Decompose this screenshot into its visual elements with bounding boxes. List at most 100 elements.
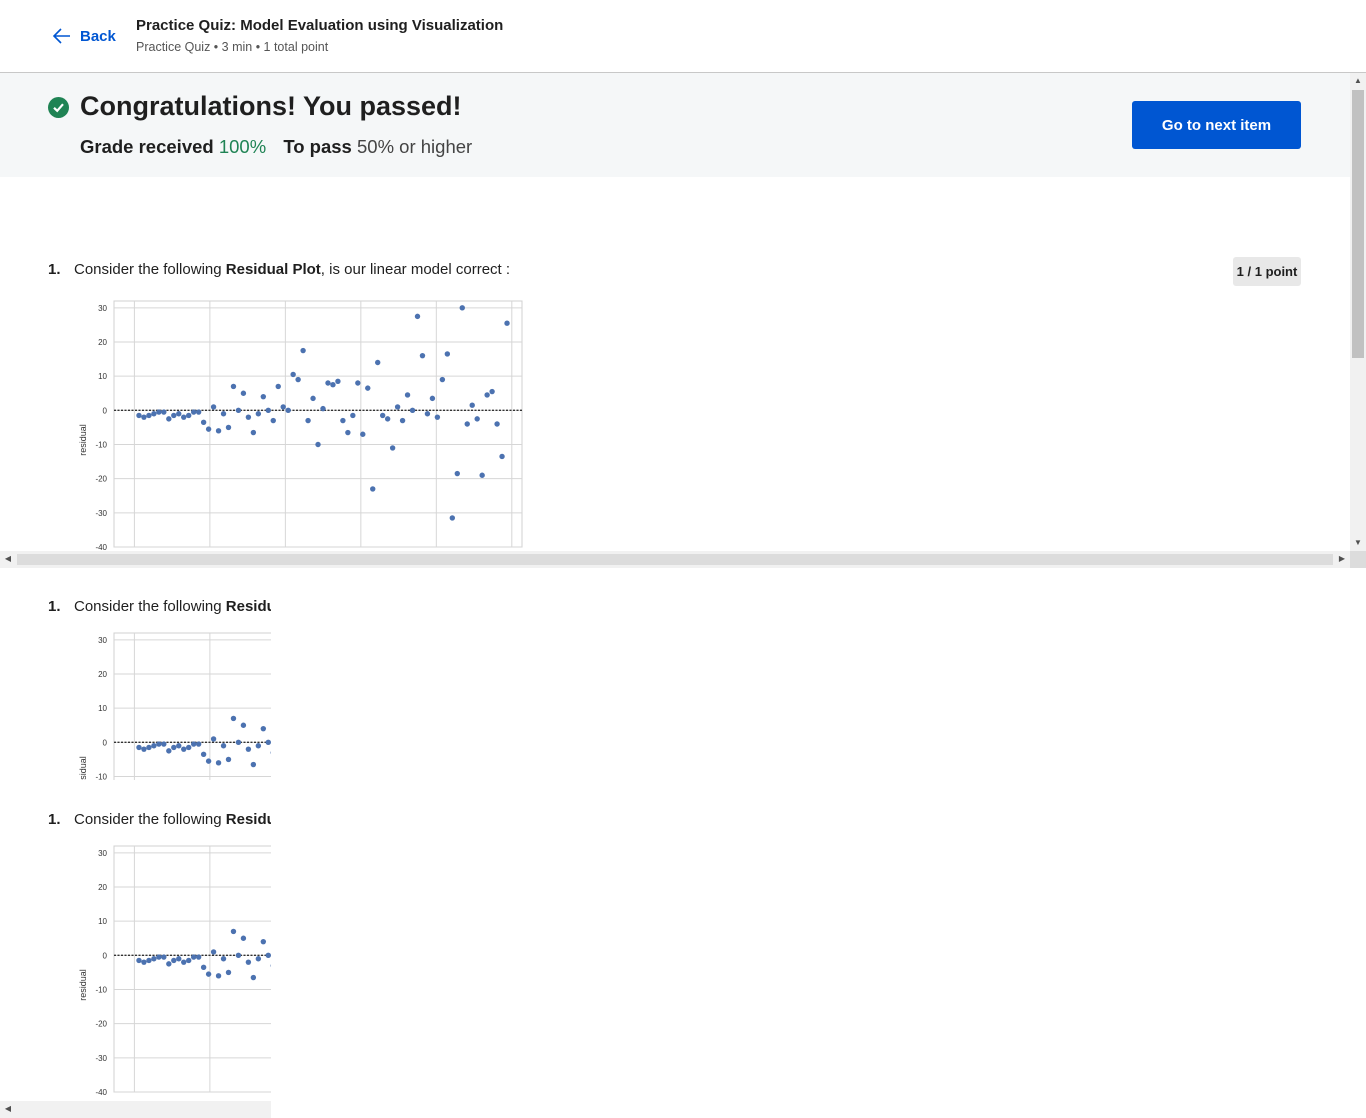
y-tick-label: 30 [98, 636, 107, 645]
pass-value: 50% or higher [357, 136, 473, 157]
residual-point [250, 761, 257, 768]
residual-point [240, 935, 247, 941]
residual-point [305, 417, 311, 424]
horizontal-scroll-thumb[interactable] [17, 554, 1333, 565]
residual-point [250, 974, 257, 981]
residual-point [449, 515, 456, 521]
residual-point [166, 416, 172, 422]
residual-point [210, 736, 217, 742]
quiz-meta: Practice Quiz • 3 min • 1 total point [136, 40, 329, 54]
residual-point [335, 378, 341, 384]
residual-point [474, 416, 480, 422]
residual-point [141, 959, 147, 965]
residual-point [245, 959, 252, 965]
residual-point [384, 416, 391, 422]
residual-point [186, 744, 192, 751]
residual-point [459, 305, 465, 311]
residual-point [439, 376, 446, 383]
residual-point [350, 412, 356, 419]
plot-area [113, 300, 523, 548]
residual-point [136, 412, 142, 419]
y-tick-label: -30 [95, 1054, 107, 1063]
horizontal-scrollbar[interactable]: ◀ [0, 1101, 271, 1118]
y-axis-label: residual [78, 756, 88, 780]
residual-plot: 3020100-10-20-30-40residual [76, 631, 271, 780]
grade-summary: Grade received 100% To pass 50% or highe… [80, 136, 472, 158]
residual-point [166, 961, 172, 967]
scroll-down-arrow-icon[interactable]: ▼ [1350, 535, 1366, 551]
y-tick-label: 20 [98, 338, 107, 347]
residual-point [494, 421, 500, 427]
residual-point [190, 954, 197, 960]
grade-label: Grade received [80, 136, 214, 157]
scroll-left-arrow-icon[interactable]: ◀ [0, 551, 16, 567]
residual-point [181, 746, 187, 752]
residual-point [325, 380, 331, 386]
residual-point [205, 426, 212, 432]
pass-headline: Congratulations! You passed! [80, 91, 462, 121]
residual-point [181, 414, 187, 420]
quiz-header: Back Practice Quiz: Model Evaluation usi… [0, 0, 1366, 73]
residual-point [141, 414, 147, 420]
residual-point [484, 392, 490, 398]
y-tick-label: 30 [98, 849, 107, 858]
back-button[interactable]: Back [52, 26, 116, 46]
scroll-up-arrow-icon[interactable]: ▲ [1350, 73, 1366, 89]
residual-point [235, 952, 242, 959]
residual-point [186, 412, 192, 419]
question-text-bold: Residual Plot [225, 598, 271, 615]
residual-point [156, 954, 162, 960]
residual-point [240, 722, 247, 728]
residual-point [190, 741, 197, 747]
residual-point [220, 956, 227, 962]
residual-point [171, 957, 177, 964]
residual-point [151, 743, 157, 749]
question-number: 1. [48, 598, 61, 615]
residual-point [181, 959, 187, 965]
residual-point [171, 412, 177, 419]
residual-point [215, 760, 222, 766]
scrollbar-corner [1350, 551, 1366, 568]
residual-point [285, 407, 291, 414]
residual-point [260, 393, 267, 400]
vertical-scroll-thumb[interactable] [1352, 90, 1364, 358]
y-tick-label: -20 [95, 475, 107, 484]
question-number: 1. [48, 261, 61, 278]
scroll-right-arrow-icon[interactable]: ▶ [1334, 551, 1350, 567]
question-text: 1. Consider the following Residual Plot [48, 811, 271, 828]
residual-point [210, 404, 217, 410]
residual-point [200, 751, 207, 757]
y-tick-label: 0 [103, 738, 108, 747]
residual-plot-svg: 30 20 10 0 -10 -20 -30 -40 residual [78, 845, 271, 1096]
residual-point [136, 744, 142, 751]
residual-point [161, 954, 167, 960]
residual-point [394, 404, 401, 410]
residual-point [414, 313, 421, 320]
scroll-left-arrow-icon[interactable]: ◀ [0, 1101, 16, 1117]
residual-point [265, 952, 271, 959]
residual-point [345, 429, 351, 436]
cropped-question-1: 1. Consider the following Residual Plot 3… [0, 568, 271, 780]
residual-point [225, 756, 232, 763]
next-item-button[interactable]: Go to next item [1132, 101, 1301, 149]
residual-point [176, 411, 182, 417]
residual-point [225, 969, 232, 976]
horizontal-scrollbar[interactable]: ◀ ▶ [0, 551, 1350, 568]
residual-point [230, 715, 237, 722]
y-axis-label: residual [78, 969, 88, 1001]
pass-label: To pass [283, 136, 352, 157]
y-tick-label: -30 [95, 509, 107, 518]
residual-point [444, 351, 451, 357]
residual-point [245, 746, 252, 752]
residual-point [230, 928, 237, 935]
residual-point [161, 741, 167, 747]
residual-point [310, 395, 316, 402]
residual-point [300, 347, 306, 354]
residual-point [235, 407, 242, 414]
vertical-scrollbar[interactable]: ▲ ▼ [1350, 73, 1366, 551]
residual-point [280, 404, 286, 410]
residual-point [315, 441, 321, 448]
back-label: Back [80, 27, 116, 45]
arrow-left-icon [52, 28, 70, 44]
residual-point [370, 486, 376, 492]
